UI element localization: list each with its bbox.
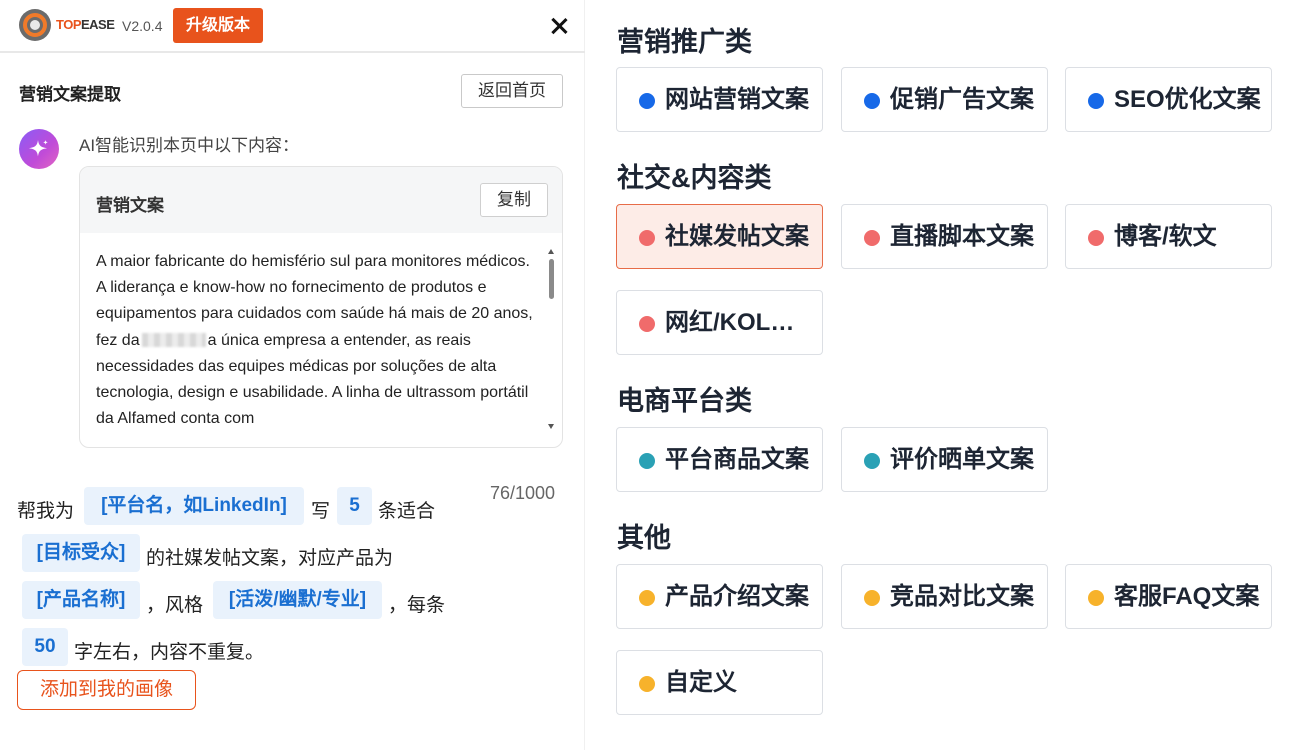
template-custom[interactable]: 自定义: [616, 650, 823, 715]
category-heading-other: 其他: [617, 523, 671, 553]
template-label: 博客/软文: [1114, 223, 1217, 250]
bullet-dot-icon: [1088, 590, 1104, 606]
template-website-marketing[interactable]: 网站营销文案: [616, 67, 823, 132]
prompt-text: 的社媒发帖文案，对应产品为: [146, 548, 394, 569]
blurred-brand-name: [141, 333, 206, 348]
template-live-script[interactable]: 直播脚本文案: [841, 204, 1048, 269]
template-label: 自定义: [665, 669, 737, 696]
template-label: 平台商品文案: [665, 446, 809, 473]
template-label: 客服FAQ文案: [1114, 583, 1260, 610]
template-kol[interactable]: 网红/KOL文案: [616, 290, 823, 355]
style-chip[interactable]: [活泼/幽默/专业]: [213, 581, 382, 619]
product-chip[interactable]: [产品名称]: [22, 581, 140, 619]
bullet-dot-icon: [864, 93, 880, 109]
bullet-dot-icon: [639, 453, 655, 469]
version-label: V2.0.4: [122, 18, 163, 34]
platform-chip[interactable]: [平台名，如LinkedIn]: [84, 487, 304, 525]
template-label: 网红/KOL文案: [665, 309, 815, 336]
category-heading-ecommerce: 电商平台类: [617, 386, 752, 416]
template-faq[interactable]: 客服FAQ文案: [1065, 564, 1272, 629]
prompt-text: ，每条: [388, 595, 446, 616]
back-home-button[interactable]: 返回首页: [461, 74, 563, 108]
category-heading-social: 社交&内容类: [617, 163, 772, 193]
template-review[interactable]: 评价晒单文案: [841, 427, 1048, 492]
extracted-copy-text[interactable]: A maior fabricante do hemisfério sul par…: [96, 249, 536, 432]
template-product-intro[interactable]: 产品介绍文案: [616, 564, 823, 629]
copy-button[interactable]: 复制: [480, 183, 548, 217]
brand-part-2: EASE: [81, 17, 115, 32]
scroll-up-arrow-icon[interactable]: [548, 249, 554, 254]
bullet-dot-icon: [864, 230, 880, 246]
add-to-profile-button[interactable]: 添加到我的画像: [17, 670, 196, 710]
prompt-text: 条适合: [378, 501, 436, 522]
audience-chip[interactable]: [目标受众]: [22, 534, 140, 572]
sparkle-icon: [19, 129, 59, 169]
template-label: 网站营销文案: [665, 86, 809, 113]
prompt-text: 写: [311, 501, 331, 522]
word-count-chip[interactable]: 50: [22, 628, 68, 666]
scroll-thumb[interactable]: [549, 259, 554, 299]
template-label: 评价晒单文案: [890, 446, 1034, 473]
template-competitor[interactable]: 竞品对比文案: [841, 564, 1048, 629]
bullet-dot-icon: [864, 590, 880, 606]
template-label: 产品介绍文案: [665, 583, 809, 610]
bullet-dot-icon: [639, 676, 655, 692]
upgrade-button[interactable]: 升级版本: [173, 8, 263, 43]
bullet-dot-icon: [1088, 230, 1104, 246]
template-seo[interactable]: SEO优化文案: [1065, 67, 1272, 132]
template-product-listing[interactable]: 平台商品文案: [616, 427, 823, 492]
character-counter: 76/1000: [490, 483, 556, 503]
text-scrollbar[interactable]: [546, 247, 556, 437]
page-title: 营销文案提取: [19, 85, 121, 104]
count-chip[interactable]: 5: [337, 487, 372, 525]
prompt-text: 字左右，内容不重复。: [74, 642, 265, 663]
marketing-copy-card: 营销文案 复制 A maior fabricante do hemisfério…: [79, 166, 563, 448]
card-title: 营销文案: [96, 196, 164, 215]
extension-panel: TOPEASE V2.0.4 升级版本 营销文案提取 返回首页 AI智能识别本页…: [0, 0, 585, 750]
bullet-dot-icon: [639, 590, 655, 606]
ai-intro-text: AI智能识别本页中以下内容：: [79, 136, 300, 155]
brand-part-1: TOP: [56, 17, 82, 32]
template-blog[interactable]: 博客/软文: [1065, 204, 1272, 269]
prompt-text: 帮我为: [17, 501, 75, 522]
brand-name: TOPEASE: [56, 17, 115, 32]
bullet-dot-icon: [864, 453, 880, 469]
bullet-dot-icon: [639, 93, 655, 109]
template-social-post[interactable]: 社媒发帖文案: [616, 204, 823, 269]
bullet-dot-icon: [639, 230, 655, 246]
scroll-down-arrow-icon[interactable]: [548, 424, 554, 429]
template-label: 促销广告文案: [890, 86, 1034, 113]
bullet-dot-icon: [1088, 93, 1104, 109]
template-label: 竞品对比文案: [890, 583, 1034, 610]
bullet-dot-icon: [639, 316, 655, 332]
card-header: 营销文案 复制: [80, 167, 562, 233]
prompt-text: ，风格: [146, 595, 204, 616]
category-heading-marketing: 营销推广类: [617, 27, 752, 57]
close-icon[interactable]: [545, 12, 573, 40]
template-label: 社媒发帖文案: [665, 223, 809, 250]
template-label: 直播脚本文案: [890, 223, 1034, 250]
topease-logo-icon: [19, 9, 51, 41]
template-label: SEO优化文案: [1114, 86, 1261, 113]
top-bar: TOPEASE V2.0.4 升级版本: [0, 0, 585, 53]
template-promo-ad[interactable]: 促销广告文案: [841, 67, 1048, 132]
